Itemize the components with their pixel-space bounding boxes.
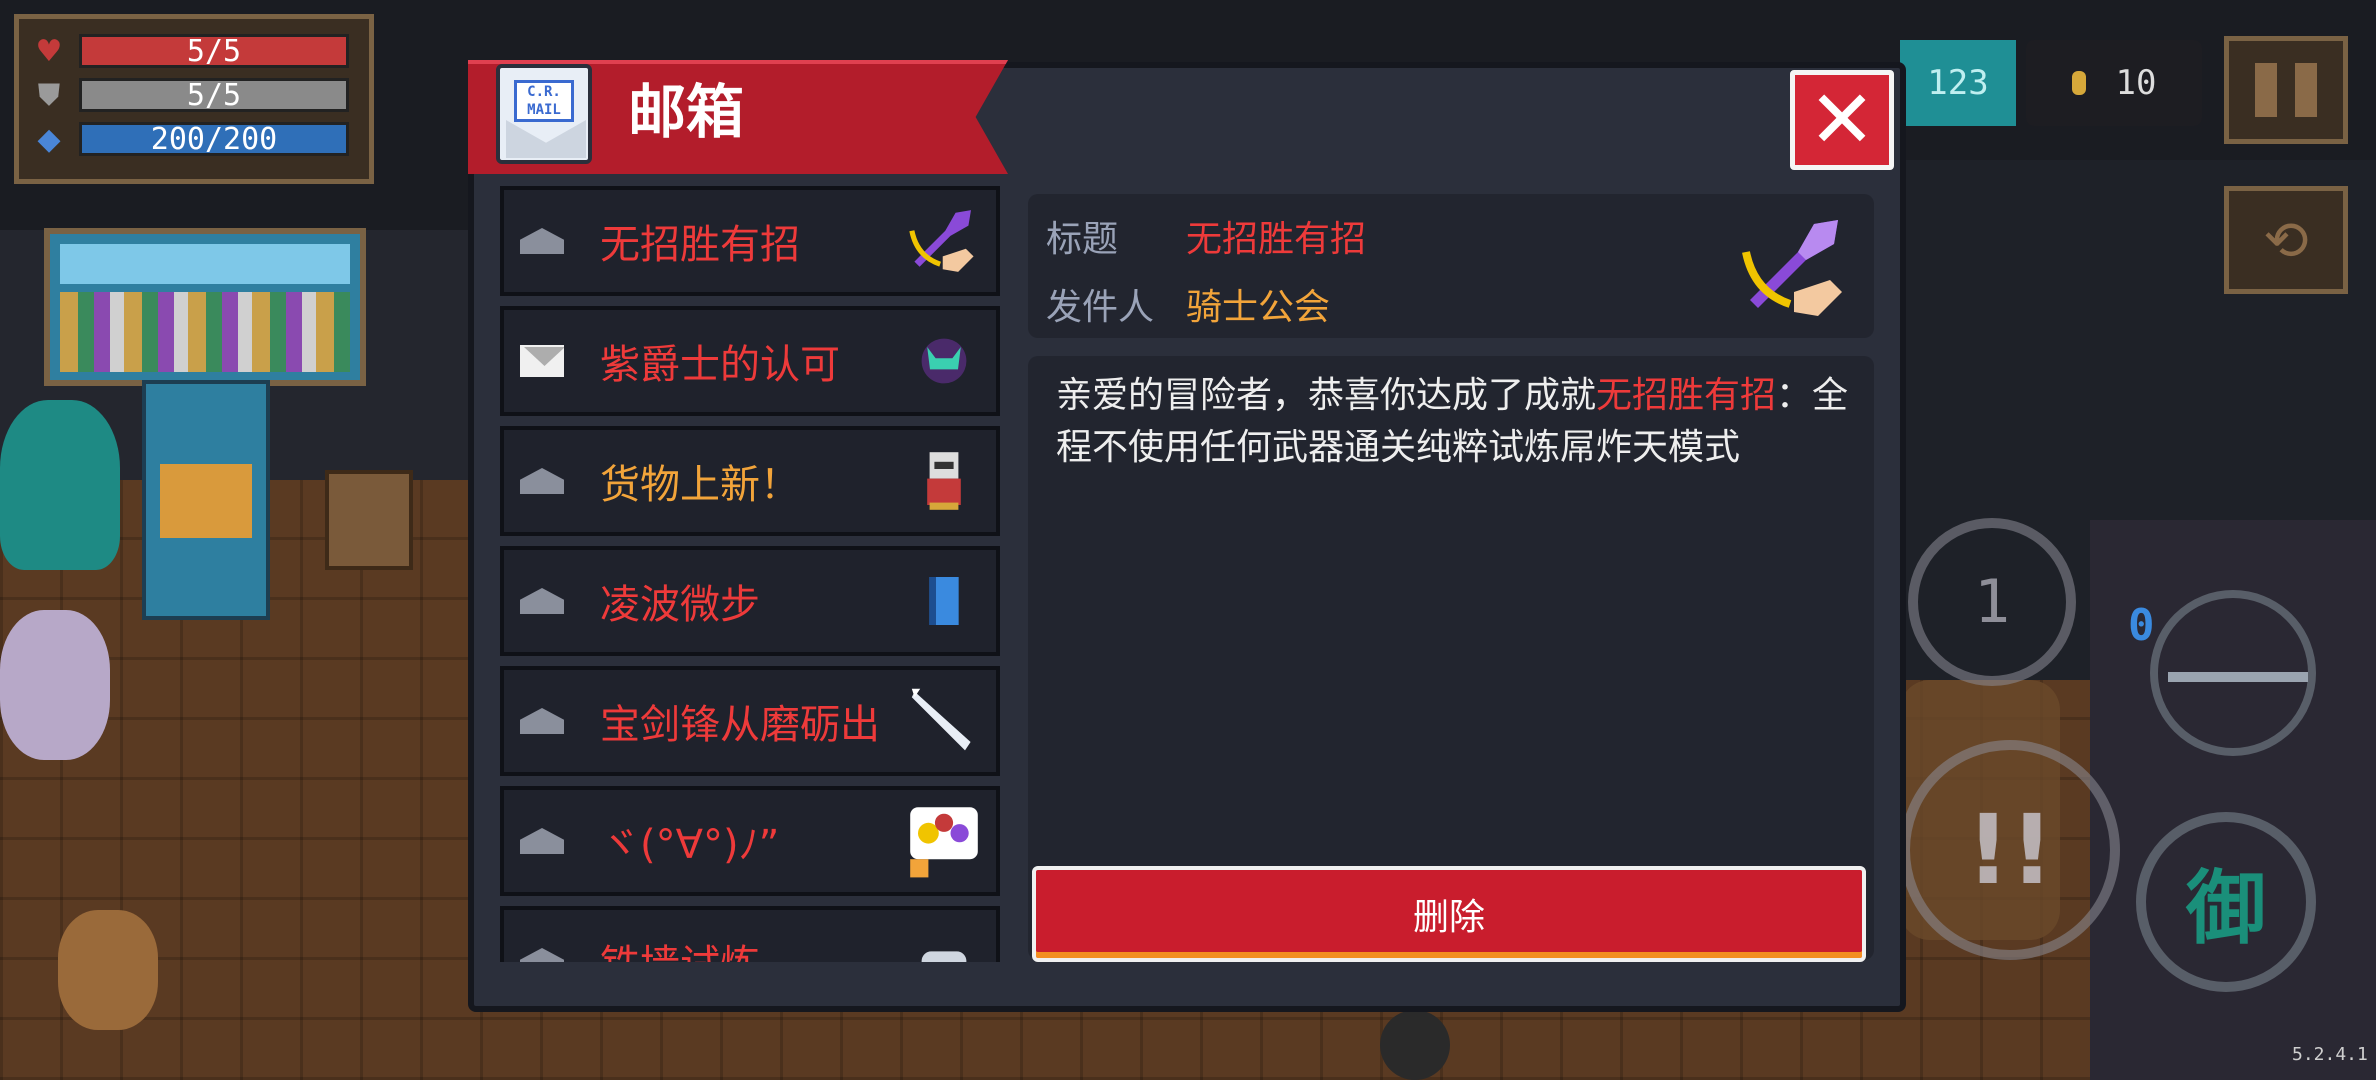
attack-button[interactable]: !! [1900, 740, 2120, 960]
armor-row: ⛊ 5/5 [31, 73, 357, 117]
mail-item[interactable]: 宝剑锋从磨砺出 [500, 666, 1000, 776]
mail-body-text: 亲爱的冒险者，恭喜你达成了成就无招胜有招：全程不使用任何武器通关纯粹试炼屌炸天模… [1056, 370, 1856, 474]
attack-glyph: !! [1966, 794, 2054, 906]
purple-knight-icon [904, 321, 984, 401]
envelope-open-icon [520, 705, 564, 737]
envelope-open-icon [520, 585, 564, 617]
mail-list[interactable]: 无招胜有招紫爵士的认可货物上新！ 凌波微步宝剑锋从磨砺出ヾ(°∀°)ﾉ” 铁墙试炼 [496, 186, 1006, 962]
close-button[interactable]: ✕ [1790, 70, 1894, 170]
mail-item[interactable]: 无招胜有招 [500, 186, 1000, 296]
hp-bar: 5/5 [79, 34, 349, 68]
defend-glyph: 御 [2186, 862, 2266, 955]
sender-label: 发件人 [1046, 287, 1155, 328]
envelope-open-icon [520, 945, 564, 962]
defend-button[interactable]: 御 [2136, 812, 2316, 992]
mail-item-title: 凌波微步 [600, 582, 760, 628]
mail-detail-header: 标题 无招胜有招 发件人 骑士公会 [1028, 194, 1874, 338]
mail-item[interactable]: 紫爵士的认可 [500, 306, 1000, 416]
subject-value: 无招胜有招 [1186, 219, 1367, 260]
stats-panel: ♥ 5/5 ⛊ 5/5 ◆ 200/200 [14, 14, 374, 184]
skill-button[interactable]: 1 [1908, 518, 2076, 686]
coin-count: 10 [2115, 63, 2157, 103]
npc-witch [0, 610, 110, 760]
delete-button[interactable]: 删除 [1032, 866, 1866, 962]
hp-row: ♥ 5/5 [31, 29, 357, 73]
dialog-title: 邮箱 [628, 78, 745, 146]
envelope-closed-icon [520, 345, 564, 377]
mail-logo-icon: C.R. MAIL [496, 64, 592, 164]
sword-hand-icon [904, 201, 984, 281]
poster-board [44, 228, 366, 386]
mail-item-title: 货物上新！ [600, 462, 800, 508]
cabinet [325, 470, 413, 570]
hp-value: 5/5 [186, 34, 242, 68]
energy-row: ◆ 200/200 [31, 117, 357, 161]
gem-counter: 123 [1900, 40, 2016, 126]
pause-icon [2255, 63, 2277, 117]
mail-item-title: 紫爵士的认可 [600, 342, 840, 388]
mail-item-title: ヾ(°∀°)ﾉ” [600, 822, 780, 868]
sword-hand-icon [1742, 220, 1842, 316]
pause-button[interactable] [2224, 36, 2348, 144]
subject-label: 标题 [1046, 219, 1119, 260]
diamond-icon: ◆ [37, 121, 61, 157]
body-highlight: 无招胜有招 [1596, 375, 1777, 416]
mail-item-title: 无招胜有招 [600, 222, 800, 268]
weapon-sword-icon [2168, 672, 2308, 682]
armor-value: 5/5 [186, 78, 242, 112]
mail-item[interactable]: 货物上新！ [500, 426, 1000, 536]
blue-book-icon [904, 561, 984, 641]
coin-icon [2071, 71, 2086, 95]
envelope-open-icon [520, 465, 564, 497]
mail-item[interactable]: 凌波微步 [500, 546, 1000, 656]
npc-bottom [1380, 1010, 1450, 1080]
version-label: 5.2.4.1 [2292, 1044, 2368, 1065]
body-prefix: 亲爱的冒险者，恭喜你达成了成就 [1056, 375, 1597, 416]
mail-item[interactable]: 铁墙试炼 [500, 906, 1000, 962]
emoji-icon [904, 801, 984, 881]
mail-logo-text: C.R. MAIL [514, 80, 574, 122]
shield-icon: ⛊ [37, 77, 61, 113]
skill-count: 1 [1973, 567, 2011, 637]
energy-value: 200/200 [150, 122, 278, 156]
switch-character-button[interactable]: ⟲ [2224, 186, 2348, 294]
scroll-icon [904, 921, 984, 962]
sender-value: 骑士公会 [1186, 287, 1331, 328]
heart-icon: ♥ [35, 33, 63, 69]
gem-count: 123 [1927, 63, 1989, 103]
mail-item[interactable]: ヾ(°∀°)ﾉ” [500, 786, 1000, 896]
mail-item-title: 铁墙试炼 [600, 932, 904, 962]
envelope-open-icon [520, 825, 564, 857]
delete-label: 删除 [1412, 897, 1485, 938]
energy-bar: 200/200 [79, 122, 349, 156]
gacha-machine [142, 380, 270, 620]
npc-monster [0, 400, 120, 570]
merchant-icon [904, 441, 984, 521]
coin-counter: 10 [2026, 40, 2202, 126]
armor-bar: 5/5 [79, 78, 349, 112]
blade-icon [904, 681, 984, 761]
weapon-energy-cost: 0 [2128, 600, 2155, 651]
pet-bear [58, 910, 158, 1030]
mail-item-title: 宝剑锋从磨砺出 [600, 702, 880, 748]
close-icon: ✕ [1808, 73, 1876, 166]
envelope-open-icon [520, 225, 564, 257]
swap-icon: ⟲ [2263, 208, 2309, 272]
weapon-switch-button[interactable] [2150, 590, 2316, 756]
